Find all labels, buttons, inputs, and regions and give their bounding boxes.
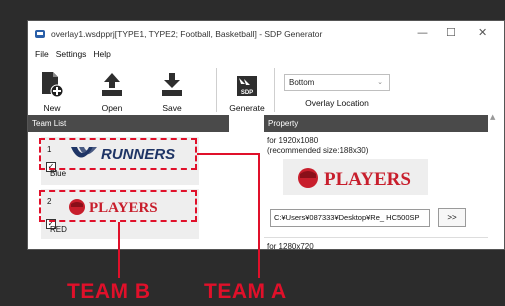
menu-file[interactable]: File <box>35 47 49 61</box>
generate-button[interactable]: SDP Generate <box>225 68 269 113</box>
size-line: (recommended size:188x30) <box>267 146 369 155</box>
team-b-label: TEAM B <box>67 280 151 303</box>
team-name: RED <box>50 225 67 234</box>
app-icon <box>34 28 46 40</box>
property-logo-text: PLAYERS <box>324 169 411 190</box>
save-button[interactable]: Save <box>152 68 192 113</box>
save-label: Save <box>162 103 182 113</box>
menu-help[interactable]: Help <box>93 47 110 61</box>
maximize-button[interactable]: ☐ <box>446 27 456 39</box>
team-a-label: TEAM A <box>204 280 287 303</box>
scroll-up-icon[interactable]: ▲ <box>490 113 495 121</box>
image-path-input[interactable]: C:¥Users¥087333¥Desktop¥Re_ HC500SP <box>270 209 430 227</box>
browse-button[interactable]: >> <box>438 208 466 227</box>
team-a-connector <box>197 153 259 155</box>
open-upload-icon <box>92 68 132 98</box>
generate-label: Generate <box>229 103 265 113</box>
overlay-location-select[interactable]: Bottom ⌄ <box>284 74 390 91</box>
team-a-connector <box>258 153 260 278</box>
team-b-connector <box>118 222 120 278</box>
size2-text: for 1280x720 <box>267 242 314 250</box>
toolbar-divider <box>216 68 217 112</box>
team-name: Blue <box>50 169 67 178</box>
overlay-location-value: Bottom <box>289 78 315 87</box>
minimize-button[interactable]: — <box>417 27 428 39</box>
open-button[interactable]: Open <box>92 68 132 113</box>
property-header: Property <box>264 115 488 132</box>
new-label: New <box>43 103 61 113</box>
team-list-header: Team List <box>28 115 229 132</box>
close-button[interactable]: ✕ <box>478 27 487 39</box>
property-logo-preview: PLAYERS <box>283 159 428 195</box>
team-b-highlight <box>39 190 197 222</box>
new-button[interactable]: New <box>32 68 72 113</box>
overlay-location-label: Overlay Location <box>305 98 369 108</box>
save-download-icon <box>152 68 192 98</box>
title-bar: overlay1.wsdpprj[TYPE1, TYPE2; Football,… <box>28 21 504 47</box>
window-title: overlay1.wsdpprj[TYPE1, TYPE2; Football,… <box>51 29 323 39</box>
team-a-highlight <box>39 138 197 170</box>
open-label: Open <box>101 103 123 113</box>
toolbar-divider <box>274 68 275 112</box>
sdp-generate-icon: SDP <box>225 68 269 98</box>
svg-text:SDP: SDP <box>241 90 253 96</box>
menu-bar: File Settings Help <box>28 47 111 61</box>
menu-settings[interactable]: Settings <box>56 47 87 61</box>
property-divider <box>264 237 488 238</box>
new-file-icon <box>32 68 72 98</box>
chevron-down-icon: ⌄ <box>377 78 383 86</box>
size-line: for 1920x1080 <box>267 136 319 145</box>
recommended-size-text: for 1920x1080 (recommended size:188x30) <box>267 136 368 156</box>
